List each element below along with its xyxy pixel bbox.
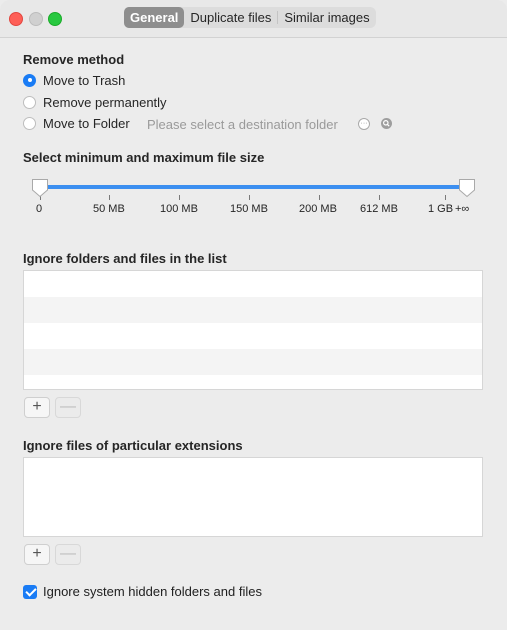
- list-row[interactable]: [24, 323, 482, 349]
- preferences-window: General Duplicate files Similar images R…: [0, 0, 507, 630]
- ignore-hidden-files-checkbox[interactable]: [23, 584, 37, 599]
- remove-folder-button[interactable]: —: [55, 397, 81, 418]
- more-options-icon[interactable]: ···: [358, 118, 370, 130]
- maximize-window-button[interactable]: [48, 12, 62, 26]
- tick-label-infinity: +∞: [455, 203, 470, 215]
- ignore-extensions-list[interactable]: [23, 457, 483, 537]
- slider-tick: [179, 195, 180, 200]
- add-extension-button[interactable]: +: [24, 544, 50, 565]
- tick-label-200mb: 200 MB: [299, 203, 337, 215]
- slider-tick: [445, 195, 446, 200]
- tab-bar: General Duplicate files Similar images: [124, 7, 376, 28]
- tab-general[interactable]: General: [124, 7, 185, 28]
- slider-tick: [379, 195, 380, 200]
- list-row[interactable]: [24, 297, 482, 323]
- close-window-button[interactable]: [9, 12, 23, 26]
- tick-label-100mb: 100 MB: [160, 203, 198, 215]
- max-size-slider-thumb[interactable]: [458, 178, 476, 198]
- ignore-extensions-title: Ignore files of particular extensions: [23, 438, 243, 453]
- tab-duplicate-files[interactable]: Duplicate files: [184, 7, 277, 28]
- list-row[interactable]: [24, 349, 482, 375]
- radio-button[interactable]: [23, 116, 36, 130]
- tick-label-0: 0: [36, 203, 43, 215]
- tick-label-1gb: 1 GB: [428, 203, 454, 215]
- tick-label-150mb: 150 MB: [230, 203, 268, 215]
- slider-tick: [109, 195, 110, 200]
- radio-label: Move to Trash: [43, 72, 126, 88]
- radio-label: Remove permanently: [43, 94, 167, 110]
- radio-remove-permanently[interactable]: Remove permanently: [23, 93, 167, 111]
- min-size-slider-thumb[interactable]: [31, 178, 49, 198]
- ignore-hidden-files-option[interactable]: Ignore system hidden folders and files: [23, 584, 262, 599]
- radio-button[interactable]: [23, 73, 36, 87]
- radio-button[interactable]: [23, 95, 36, 109]
- radio-move-to-folder[interactable]: Move to Folder: [23, 114, 130, 132]
- destination-folder-field[interactable]: Please select a destination folder: [147, 117, 338, 132]
- remove-method-title: Remove method: [23, 52, 125, 67]
- tick-label-612mb: 612 MB: [360, 203, 398, 215]
- tick-label-50mb: 50 MB: [93, 203, 125, 215]
- slider-tick: [249, 195, 250, 200]
- remove-extension-button[interactable]: —: [55, 544, 81, 565]
- file-size-slider-track[interactable]: [40, 185, 467, 189]
- tab-similar-images[interactable]: Similar images: [278, 7, 375, 28]
- title-bar: General Duplicate files Similar images: [0, 0, 507, 38]
- radio-move-to-trash[interactable]: Move to Trash: [23, 71, 125, 89]
- list-row[interactable]: [24, 375, 482, 389]
- file-size-title: Select minimum and maximum file size: [23, 150, 265, 165]
- ignore-hidden-files-label: Ignore system hidden folders and files: [43, 584, 262, 599]
- slider-tick: [319, 195, 320, 200]
- list-row[interactable]: [24, 271, 482, 297]
- ignore-folders-list[interactable]: [23, 270, 483, 390]
- add-folder-button[interactable]: +: [24, 397, 50, 418]
- minimize-window-button[interactable]: [29, 12, 43, 26]
- ignore-folders-title: Ignore folders and files in the list: [23, 251, 227, 266]
- radio-label: Move to Folder: [43, 115, 130, 131]
- reveal-folder-icon[interactable]: [381, 118, 392, 129]
